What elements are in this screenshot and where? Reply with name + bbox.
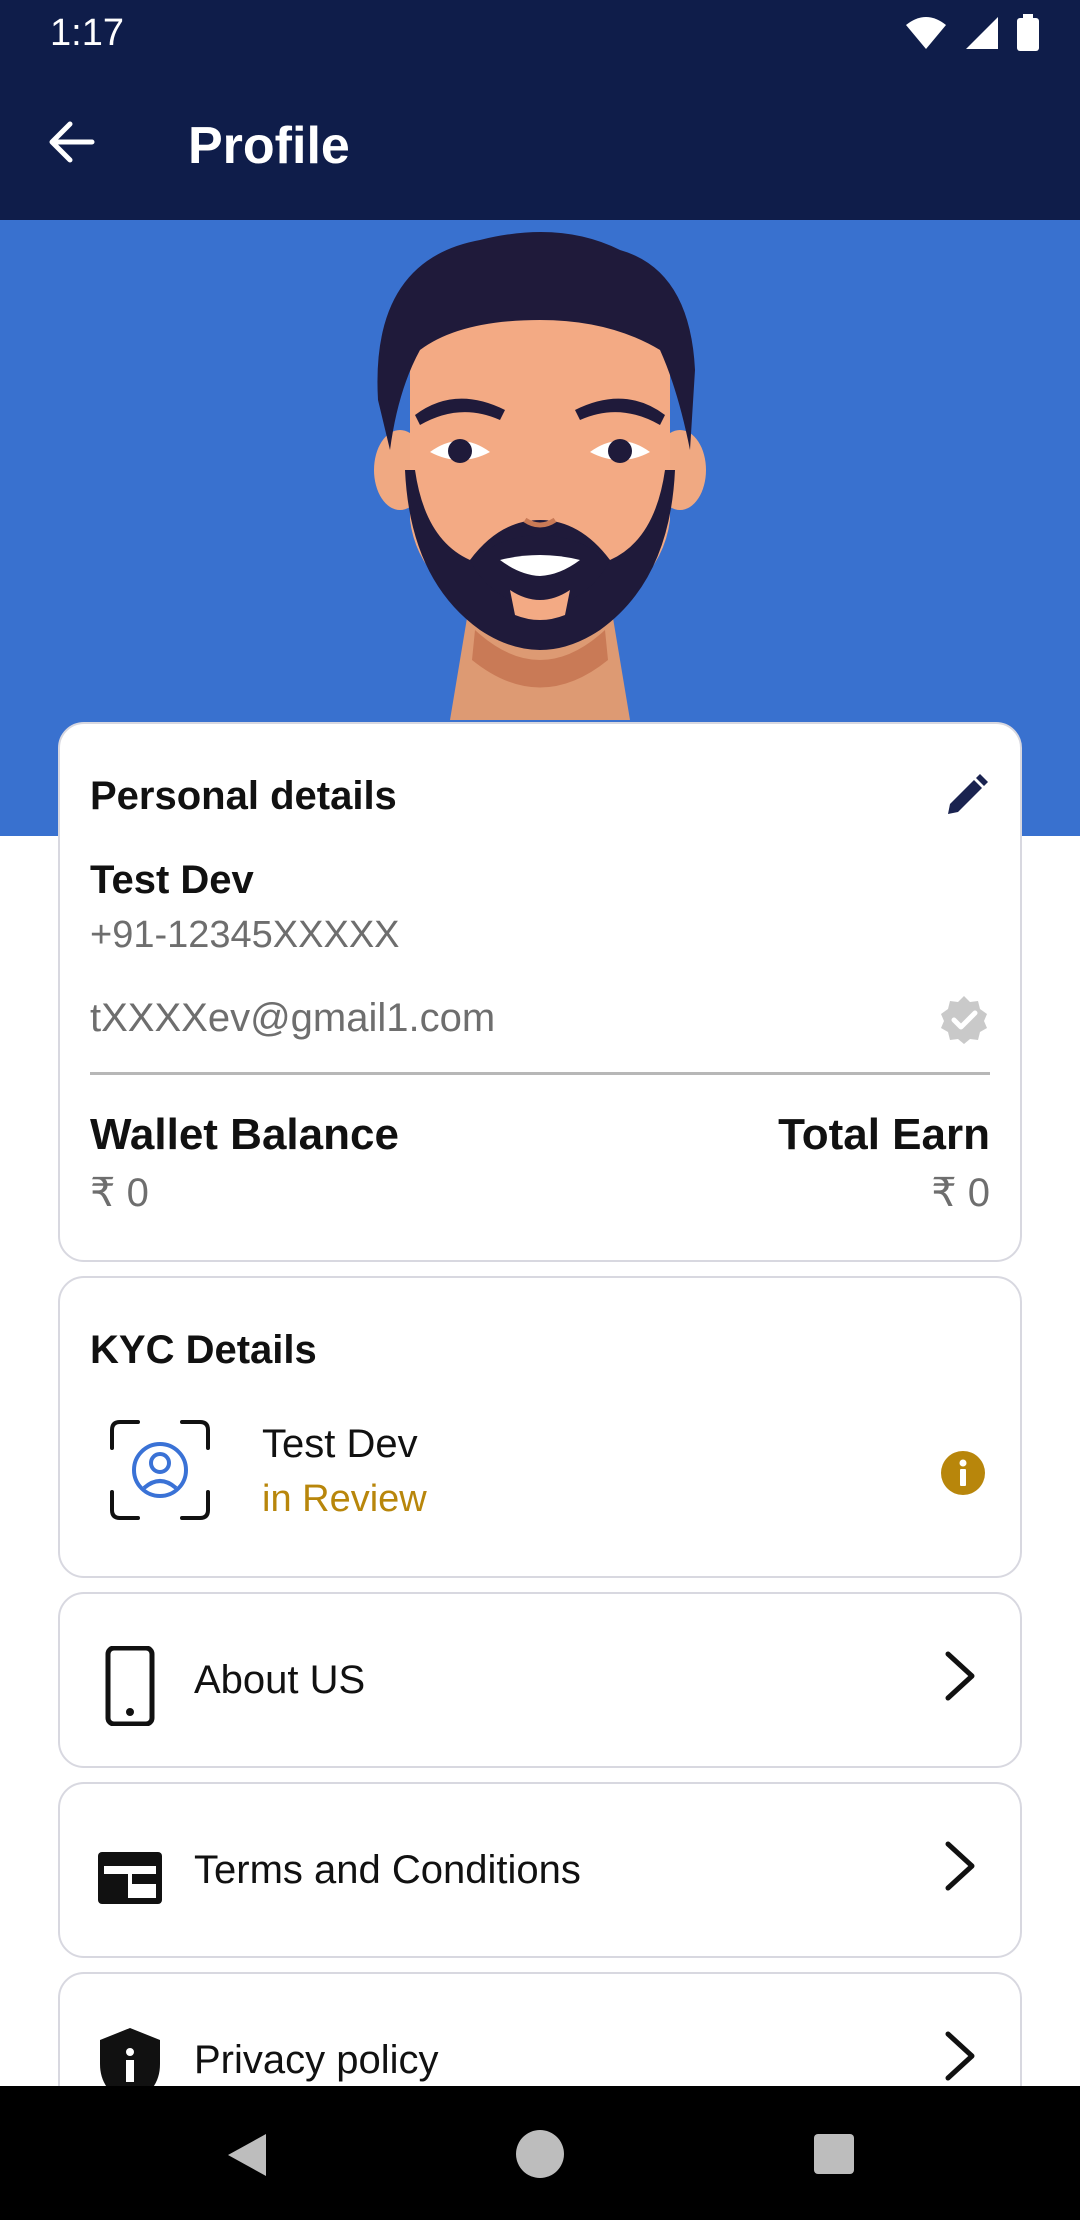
nav-recents-icon[interactable] <box>812 2132 856 2176</box>
kyc-name: Test Dev <box>262 1422 418 1466</box>
phone-icon <box>105 1646 155 1726</box>
menu-item-about-us[interactable]: About US <box>58 1592 1022 1768</box>
app-bar: Profile <box>0 66 1080 220</box>
avatar <box>374 232 706 720</box>
kyc-status: in Review <box>262 1478 427 1520</box>
user-email: tXXXXev@gmail1.com <box>90 996 496 1040</box>
menu-item-label: About US <box>194 1658 366 1702</box>
wallet-balance-value: ₹ 0 <box>90 1171 149 1215</box>
menu-item-label: Terms and Conditions <box>194 1848 581 1892</box>
personal-details-card: Personal details Test Dev +91-12345XXXXX… <box>58 722 1022 1262</box>
nav-back-icon[interactable] <box>222 2130 272 2180</box>
user-name: Test Dev <box>90 858 254 902</box>
wallet-balance-label: Wallet Balance <box>90 1110 399 1159</box>
system-nav-bar <box>0 2086 1080 2220</box>
terms-icon <box>98 1852 162 1904</box>
kyc-details-title: KYC Details <box>90 1328 317 1372</box>
verified-badge-icon <box>941 996 987 1044</box>
battery-icon <box>1017 14 1039 51</box>
status-icons <box>904 14 1040 52</box>
wifi-icon <box>906 17 946 49</box>
menu-item-label: Privacy policy <box>194 2038 439 2082</box>
chevron-right-icon <box>945 1651 975 1701</box>
page-title: Profile <box>188 117 350 175</box>
info-icon[interactable] <box>940 1450 986 1496</box>
menu-item-terms[interactable]: Terms and Conditions <box>58 1782 1022 1958</box>
chevron-right-icon <box>945 1841 975 1891</box>
divider <box>90 1072 990 1075</box>
chevron-right-icon <box>945 2031 975 2081</box>
user-phone: +91-12345XXXXX <box>90 914 400 956</box>
status-bar: 1:17 <box>0 0 1080 66</box>
face-id-icon <box>110 1420 210 1520</box>
signal-icon <box>966 17 998 49</box>
back-arrow-icon[interactable] <box>42 112 102 172</box>
status-time: 1:17 <box>50 12 124 54</box>
kyc-details-card[interactable]: KYC Details Test Dev in Review <box>58 1276 1022 1578</box>
total-earn-label: Total Earn <box>778 1110 990 1159</box>
personal-details-title: Personal details <box>90 774 397 818</box>
nav-home-icon[interactable] <box>514 2128 566 2180</box>
edit-icon[interactable] <box>942 772 990 820</box>
total-earn-value: ₹ 0 <box>931 1171 990 1215</box>
